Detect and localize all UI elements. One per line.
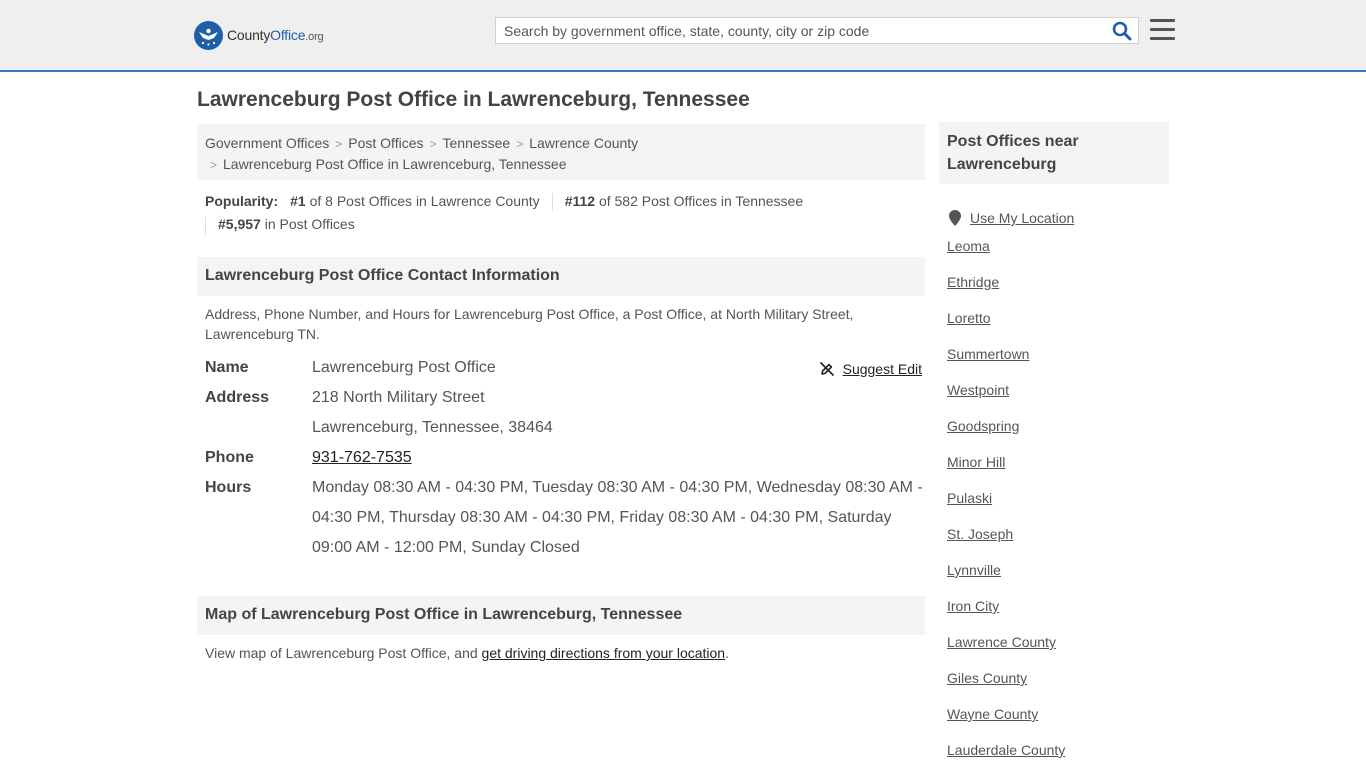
location-pin-icon — [949, 210, 961, 226]
list-item: Ethridge — [947, 272, 1074, 308]
list-item: Lauderdale County — [947, 740, 1074, 776]
breadcrumb-separator: > — [429, 137, 437, 151]
hours-value: Monday 08:30 AM - 04:30 PM, Tuesday 08:3… — [312, 479, 923, 556]
search-input[interactable] — [496, 18, 1106, 43]
search-icon — [1112, 21, 1132, 41]
list-item: Pulaski — [947, 488, 1074, 524]
list-item: Westpoint — [947, 380, 1074, 416]
nearby-link-loretto[interactable]: Loretto — [947, 310, 991, 326]
address-line-2: Lawrenceburg, Tennessee, 38464 — [312, 419, 553, 436]
nearby-link-summertown[interactable]: Summertown — [947, 346, 1029, 362]
contact-description: Address, Phone Number, and Hours for Law… — [205, 306, 854, 342]
nearby-link-ethridge[interactable]: Ethridge — [947, 274, 999, 290]
phone-link[interactable]: 931-762-7535 — [312, 449, 412, 466]
nearby-link-wayne-county[interactable]: Wayne County — [947, 706, 1038, 722]
list-item: Giles County — [947, 668, 1074, 704]
list-item: Iron City — [947, 596, 1074, 632]
list-item: Leoma — [947, 236, 1074, 272]
phone-label: Phone — [205, 449, 254, 466]
popularity-divider — [551, 193, 553, 212]
popularity-rank-national: #5,957 in Post Offices — [218, 216, 355, 233]
site-logo[interactable]: CountyOffice.org — [194, 20, 324, 50]
nearby-post-offices-list: Use My Location Leoma Ethridge Loretto S… — [947, 200, 1074, 776]
breadcrumb-separator: > — [335, 137, 343, 151]
breadcrumb-tennessee[interactable]: Tennessee — [443, 135, 511, 151]
name-label: Name — [205, 359, 249, 376]
phone-row: Phone 931-762-7535 — [205, 443, 925, 473]
list-item: Wayne County — [947, 704, 1074, 740]
contact-details: Name Lawrenceburg Post Office Suggest Ed… — [205, 353, 925, 563]
breadcrumb-lawrence-county[interactable]: Lawrence County — [529, 135, 638, 151]
eagle-logo-icon — [194, 20, 223, 50]
nearby-link-giles-county[interactable]: Giles County — [947, 670, 1027, 686]
list-item: St. Joseph — [947, 524, 1074, 560]
hours-label: Hours — [205, 479, 252, 496]
address-row: Address 218 North Military Street Lawren… — [205, 383, 925, 443]
suggest-edit-link[interactable]: Suggest Edit — [843, 360, 922, 378]
hours-row: Hours Monday 08:30 AM - 04:30 PM, Tuesda… — [205, 473, 925, 563]
list-item: Loretto — [947, 308, 1074, 344]
map-heading: Map of Lawrenceburg Post Office in Lawre… — [197, 596, 925, 635]
use-my-location[interactable]: Use My Location — [947, 200, 1074, 236]
nearby-link-st-joseph[interactable]: St. Joseph — [947, 526, 1013, 542]
name-row: Name Lawrenceburg Post Office Suggest Ed… — [205, 353, 925, 383]
driving-directions-link[interactable]: get driving directions from your locatio… — [482, 645, 726, 661]
search-box — [495, 17, 1139, 44]
nearby-link-lauderdale-county[interactable]: Lauderdale County — [947, 742, 1065, 758]
nearby-link-iron-city[interactable]: Iron City — [947, 598, 999, 614]
address-line-1: 218 North Military Street — [312, 389, 485, 406]
address-label: Address — [205, 389, 270, 406]
breadcrumb-separator: > — [210, 158, 218, 172]
nearby-link-lynnville[interactable]: Lynnville — [947, 562, 1001, 578]
list-item: Summertown — [947, 344, 1074, 380]
suggest-edit[interactable]: Suggest Edit — [819, 360, 922, 378]
breadcrumb-current: Lawrenceburg Post Office in Lawrenceburg… — [223, 156, 567, 172]
breadcrumb-post-offices[interactable]: Post Offices — [348, 135, 423, 151]
logo-wordmark: CountyOffice.org — [227, 27, 324, 43]
popularity-label: Popularity: — [205, 193, 279, 209]
breadcrumb-government-offices[interactable]: Government Offices — [205, 135, 329, 151]
nearby-link-lawrence-county[interactable]: Lawrence County — [947, 634, 1056, 650]
nearby-link-pulaski[interactable]: Pulaski — [947, 490, 992, 506]
list-item: Goodspring — [947, 416, 1074, 452]
popularity-rank-state: #112 of 582 Post Offices in Tennessee — [564, 193, 804, 209]
nearby-link-minor-hill[interactable]: Minor Hill — [947, 454, 1005, 470]
popularity-rank-county: #1 of 8 Post Offices in Lawrence County — [290, 193, 540, 209]
nearby-link-goodspring[interactable]: Goodspring — [947, 418, 1019, 434]
hamburger-menu-icon[interactable] — [1150, 19, 1175, 41]
use-my-location-link[interactable]: Use My Location — [970, 208, 1074, 228]
nearby-link-westpoint[interactable]: Westpoint — [947, 382, 1009, 398]
popularity: Popularity: #1 of 8 Post Offices in Lawre… — [205, 191, 925, 235]
nearby-link-leoma[interactable]: Leoma — [947, 238, 990, 254]
map-description: View map of Lawrenceburg Post Office, an… — [205, 645, 729, 661]
breadcrumb-separator: > — [516, 137, 524, 151]
page-title: Lawrenceburg Post Office in Lawrenceburg… — [197, 88, 750, 111]
list-item: Minor Hill — [947, 452, 1074, 488]
search-button[interactable] — [1112, 21, 1132, 41]
sidebar-heading: Post Offices near Lawrenceburg — [939, 122, 1169, 184]
site-header: CountyOffice.org — [0, 0, 1366, 72]
edit-off-icon — [819, 361, 834, 377]
popularity-divider — [205, 216, 206, 235]
list-item: Lynnville — [947, 560, 1074, 596]
list-item: Lawrence County — [947, 632, 1074, 668]
contact-heading: Lawrenceburg Post Office Contact Informa… — [197, 257, 925, 296]
breadcrumb: Government Offices > Post Offices > Tennesse… — [197, 124, 925, 180]
